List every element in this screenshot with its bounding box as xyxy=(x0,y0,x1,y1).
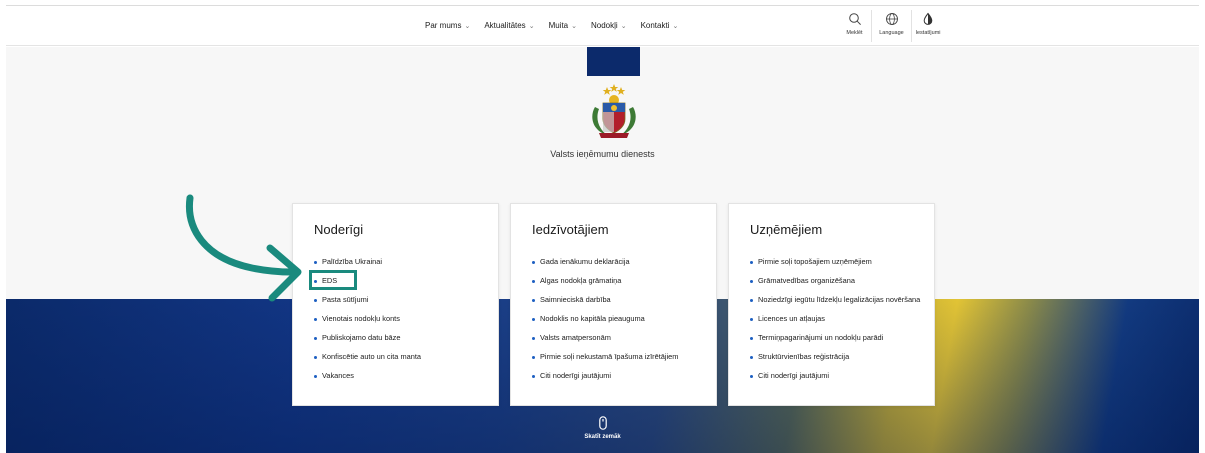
language-label: Language xyxy=(879,30,904,36)
menu-item-aktualitates[interactable]: Aktualitātes ⌄ xyxy=(484,21,534,30)
settings-button[interactable]: Iestatījumi xyxy=(911,10,944,42)
link-vienotais-nodoklu-konts[interactable]: Vienotais nodokļu konts xyxy=(314,315,490,323)
chevron-down-icon: ⌄ xyxy=(672,22,679,30)
eds-highlight-box xyxy=(309,270,357,290)
card-iedzivotajiem: Iedzīvotājiem Gada ienākumu deklarācija … xyxy=(510,203,717,406)
card-title: Noderīgi xyxy=(314,222,364,237)
link-gramatvedibas-organizesana[interactable]: Grāmatvedības organizēšana xyxy=(750,277,926,285)
chevron-down-icon: ⌄ xyxy=(620,22,627,30)
menu-label: Aktualitātes xyxy=(484,21,526,30)
menu-item-nodokli[interactable]: Nodokļi ⌄ xyxy=(591,21,627,30)
link-pasta-sutijumi[interactable]: Pasta sūtījumi xyxy=(314,296,490,304)
link-citi-noderigi-jautajumi[interactable]: Citi noderīgi jautājumi xyxy=(750,372,926,380)
language-button[interactable]: Language xyxy=(871,10,911,42)
link-saimnieciska-darbiba[interactable]: Saimnieciskā darbība xyxy=(532,296,708,304)
menu-item-kontakti[interactable]: Kontakti ⌄ xyxy=(641,21,679,30)
scroll-hint-label: Skatīt zemāk xyxy=(584,434,621,440)
settings-label: Iestatījumi xyxy=(915,30,941,36)
menu-label: Muita xyxy=(548,21,569,30)
chevron-down-icon: ⌄ xyxy=(571,22,577,30)
main-menu: Par mums ⌄ Aktualitātes ⌄ Muita ⌄ Nodokļ… xyxy=(425,21,678,30)
link-terminpagarinajumi[interactable]: Termiņpagarinājumi un nodokļu parādi xyxy=(750,334,926,342)
link-vakances[interactable]: Vakances xyxy=(314,372,490,380)
agency-name: Valsts ieņēmumu dienests xyxy=(550,149,655,159)
link-valsts-amatpersonam[interactable]: Valsts amatpersonām xyxy=(532,334,708,342)
link-noziedzigi-iegutu-lidzeklu-legalizacija[interactable]: Noziedzīgi iegūtu līdzekļu legalizācijas… xyxy=(750,296,926,304)
link-nodoklis-no-kapitala-pieauguma[interactable]: Nodoklis no kapitāla pieauguma xyxy=(532,315,708,323)
contrast-drop-icon xyxy=(922,10,934,28)
chevron-down-icon: ⌄ xyxy=(464,22,471,30)
menu-label: Nodokļi xyxy=(591,21,618,30)
search-button[interactable]: Meklēt xyxy=(838,10,871,42)
header-tools: Meklēt Language Iestatījumi xyxy=(838,10,944,42)
card-link-list: Pirmie soļi topošajiem uzņēmējiem Grāmat… xyxy=(750,258,926,391)
card-title: Uzņēmējiem xyxy=(750,222,823,237)
link-algas-nodokla-gramatina[interactable]: Algas nodokļa grāmatiņa xyxy=(532,277,708,285)
link-citi-noderigi-jautajumi[interactable]: Citi noderīgi jautājumi xyxy=(532,372,708,380)
chevron-down-icon: ⌄ xyxy=(528,22,535,30)
link-publiskojamo-datu-baze[interactable]: Publiskojamo datu bāze xyxy=(314,334,490,342)
mouse-icon xyxy=(598,416,607,430)
menu-label: Kontakti xyxy=(640,21,670,30)
annotation-arrow-icon xyxy=(185,194,302,302)
link-konfiscetie-auto[interactable]: Konfiscētie auto un cita manta xyxy=(314,353,490,361)
link-gada-ienakumu-deklaracija[interactable]: Gada ienākumu deklarācija xyxy=(532,258,708,266)
menu-label: Par mums xyxy=(425,21,462,30)
flag-ribbon xyxy=(587,47,640,76)
card-uznemejiem: Uzņēmējiem Pirmie soļi topošajiem uzņēmē… xyxy=(728,203,935,406)
card-link-list: Gada ienākumu deklarācija Algas nodokļa … xyxy=(532,258,708,391)
link-licences-un-atlaujas[interactable]: Licences un atļaujas xyxy=(750,315,926,323)
card-noderigi: Noderīgi Palīdzība Ukrainai EDS Pasta sū… xyxy=(292,203,499,406)
link-pirmie-soli-uznemejiem[interactable]: Pirmie soļi topošajiem uzņēmējiem xyxy=(750,258,926,266)
search-icon xyxy=(848,10,862,28)
menu-item-muita[interactable]: Muita ⌄ xyxy=(549,21,577,30)
scroll-hint[interactable]: Skatīt zemāk xyxy=(6,416,1199,440)
page-frame: Par mums ⌄ Aktualitātes ⌄ Muita ⌄ Nodokļ… xyxy=(6,5,1199,453)
search-label: Meklēt xyxy=(846,30,863,36)
top-nav: Par mums ⌄ Aktualitātes ⌄ Muita ⌄ Nodokļ… xyxy=(6,6,1199,46)
globe-icon xyxy=(885,10,899,28)
link-palidziba-ukrainai[interactable]: Palīdzība Ukrainai xyxy=(314,258,490,266)
link-pirmie-soli-izireatajiem[interactable]: Pirmie soļi nekustamā īpašuma izīrētājie… xyxy=(532,353,708,361)
card-title: Iedzīvotājiem xyxy=(532,222,609,237)
menu-item-par-mums[interactable]: Par mums ⌄ xyxy=(425,21,470,30)
coat-of-arms-logo[interactable] xyxy=(585,83,643,141)
link-strukturvienibas-registracija[interactable]: Struktūrvienības reģistrācija xyxy=(750,353,926,361)
